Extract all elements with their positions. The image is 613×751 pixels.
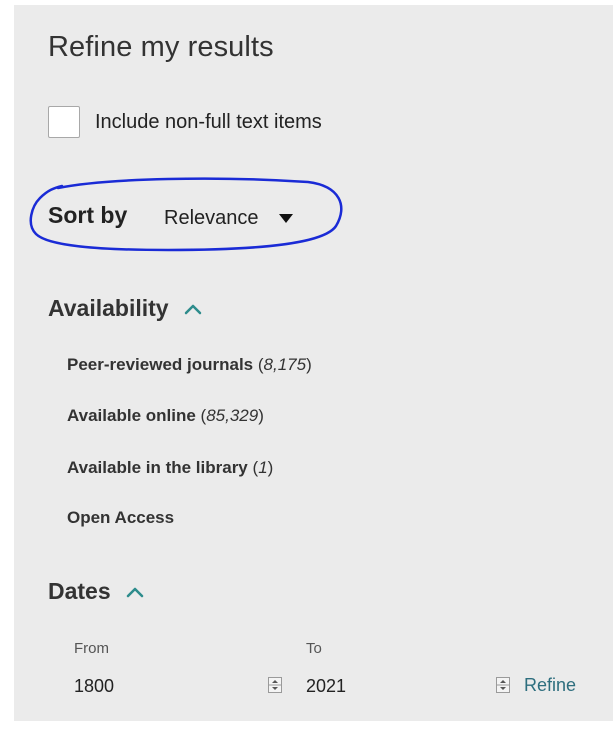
date-from-label: From (74, 640, 109, 657)
facet-label: Open Access (67, 508, 175, 527)
facet-label: Available in the library (67, 458, 248, 477)
refine-dates-button[interactable]: Refine (524, 675, 576, 696)
dates-title: Dates (48, 578, 111, 604)
date-to-label: To (306, 640, 322, 657)
caret-down-icon (278, 214, 293, 223)
facet-label: Peer-reviewed journals (67, 355, 254, 374)
facet-open-access[interactable]: Open Access (67, 508, 174, 528)
facet-label: Available online (67, 406, 196, 425)
facet-count: (85,329) (200, 406, 264, 425)
panel-title: Refine my results (48, 31, 274, 63)
dates-section-header[interactable]: Dates (48, 578, 145, 605)
include-non-full-text-checkbox[interactable] (48, 106, 80, 138)
include-non-full-text-label: Include non-full text items (95, 110, 322, 133)
chevron-up-icon[interactable] (183, 303, 203, 315)
spinner-icon[interactable] (496, 677, 510, 693)
facet-count: (1) (252, 458, 274, 477)
facet-count: (8,175) (257, 355, 312, 374)
facet-available-in-library[interactable]: Available in the library (1) (67, 458, 273, 478)
sort-by-label: Sort by (48, 202, 128, 228)
availability-title: Availability (48, 295, 169, 321)
spinner-icon[interactable] (268, 677, 282, 693)
include-non-full-text-option[interactable]: Include non-full text items (48, 106, 322, 138)
date-from-input[interactable]: 1800 (74, 676, 114, 697)
sort-by-control: Sort by Relevance (18, 176, 344, 254)
sort-by-dropdown[interactable]: Relevance (164, 207, 293, 230)
chevron-up-icon[interactable] (125, 586, 145, 598)
facet-peer-reviewed-journals[interactable]: Peer-reviewed journals (8,175) (67, 355, 312, 375)
facet-available-online[interactable]: Available online (85,329) (67, 406, 264, 426)
date-to-input[interactable]: 2021 (306, 676, 346, 697)
availability-section-header[interactable]: Availability (48, 295, 203, 322)
sort-by-selected-value: Relevance (164, 207, 259, 229)
